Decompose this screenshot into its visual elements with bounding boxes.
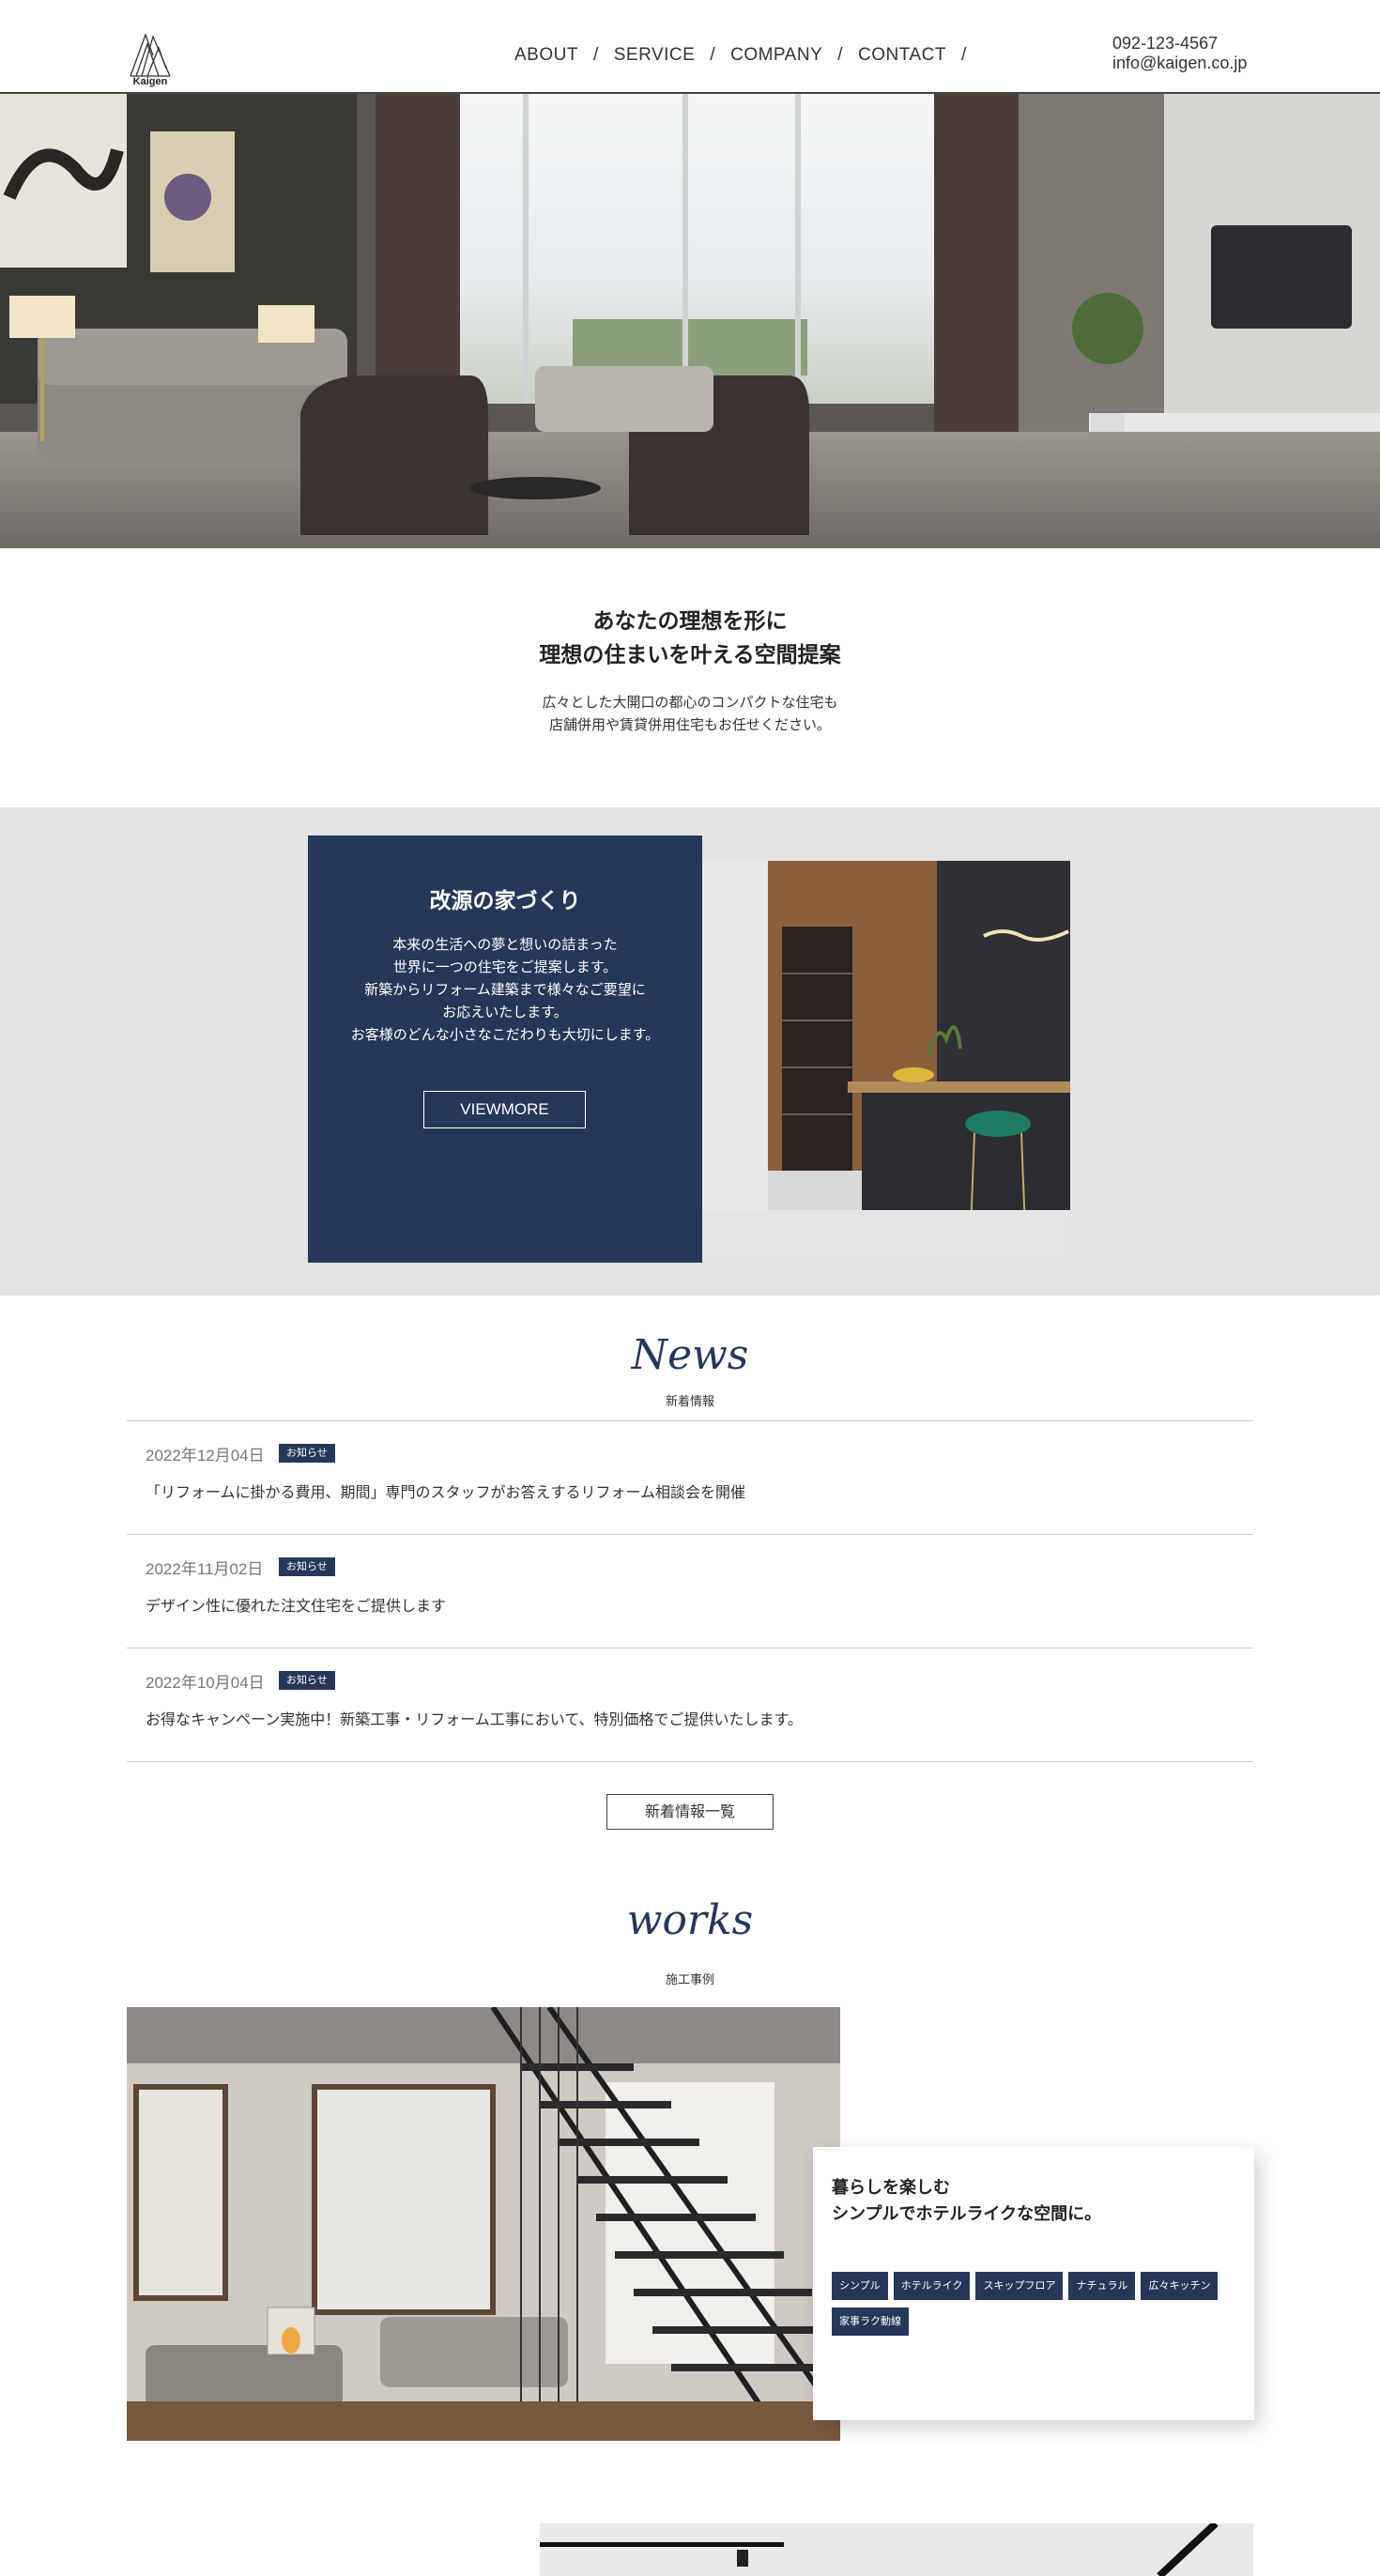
feature-line: お客様のどんな小さなこだわりも大切にします。 xyxy=(350,1026,660,1043)
nav-about[interactable]: ABOUT xyxy=(514,45,578,66)
works-tag[interactable]: ホテルライク xyxy=(893,2272,971,2300)
works-heading: works xyxy=(626,1896,754,1944)
feature-card: 改源の家づくり 本来の生活への夢と想いの詰まった 世界に一つの住宅をご提案します… xyxy=(308,836,702,1263)
intro-heading: あなたの理想を形に 理想の住まいを叶える空間提案 xyxy=(0,605,1380,672)
news-item[interactable]: 2022年10月04日 お知らせ お得なキャンペーン実施中！新築工事・リフォーム… xyxy=(127,1648,1253,1762)
news-title[interactable]: 「リフォームに掛かる費用、期間」専門のスタッフがお答えするリフォーム相談会を開催 xyxy=(146,1480,745,1502)
news-title[interactable]: お得なキャンペーン実施中！新築工事・リフォーム工事において、特別価格でご提供いた… xyxy=(146,1707,803,1729)
works-tag[interactable]: シンプル xyxy=(832,2272,888,2300)
news-item[interactable]: 2022年11月02日 お知らせ デザイン性に優れた注文住宅をご提供します xyxy=(127,1535,1253,1648)
works-subheading: 施工事例 xyxy=(665,1973,714,1987)
main-nav: ABOUT / SERVICE / COMPANY / CONTACT / xyxy=(514,45,982,66)
nav-separator: / xyxy=(710,45,716,65)
intro-heading-line1: あなたの理想を形に xyxy=(592,609,788,634)
feature-line: 世界に一つの住宅をご提案します。 xyxy=(392,958,618,975)
feature-line: お応えいたします。 xyxy=(442,1004,568,1020)
email-link[interactable]: info@kaigen.co.jp xyxy=(1112,54,1247,73)
works-title-line2: シンプルでホテルライクな空間に。 xyxy=(832,2204,1102,2224)
news-heading: News xyxy=(631,1331,749,1379)
feature-line: 新築からリフォーム建築まで様々なご要望に xyxy=(364,981,646,998)
feature-text: 本来の生活への夢と想いの詰まった 世界に一つの住宅をご提案します。 新築からリフ… xyxy=(308,933,702,1046)
intro-text: 広々とした大開口の都心のコンパクトな住宅も 店舗併用や賃貸併用住宅もお任せくださ… xyxy=(0,691,1380,736)
news-date: 2022年10月04日 xyxy=(146,1674,265,1692)
nav-separator: / xyxy=(837,45,844,65)
works-tag[interactable]: スキップフロア xyxy=(975,2272,1064,2300)
news-item[interactable]: 2022年12月04日 お知らせ 「リフォームに掛かる費用、期間」専門のスタッフ… xyxy=(127,1421,1253,1535)
works-card[interactable]: 暮らしを楽しむ シンプルでホテルライクな空間に。 シンプル ホテルライク スキッ… xyxy=(813,2147,1254,2420)
kitchen-image xyxy=(702,861,1070,1263)
feature-title: 改源の家づくり xyxy=(429,889,581,913)
intro-text-line1: 広々とした大開口の都心のコンパクトな住宅も xyxy=(542,694,838,711)
nav-separator: / xyxy=(960,45,967,65)
news-title[interactable]: デザイン性に優れた注文住宅をご提供します xyxy=(146,1593,446,1616)
nav-service[interactable]: SERVICE xyxy=(614,45,696,66)
works-staircase-image xyxy=(127,2007,840,2441)
logo-mark-icon xyxy=(130,33,171,77)
works-tag[interactable]: 広々キッチン xyxy=(1141,2272,1219,2300)
news-subheading: 新着情報 xyxy=(665,1395,714,1409)
news-date: 2022年12月04日 xyxy=(146,1447,265,1464)
works-tag[interactable]: 家事ラク動線 xyxy=(832,2308,909,2336)
news-badge: お知らせ xyxy=(279,1444,335,1463)
hero-living-room-image xyxy=(0,94,1380,548)
news-list: 2022年12月04日 お知らせ 「リフォームに掛かる費用、期間」専門のスタッフ… xyxy=(127,1420,1253,1762)
nav-company[interactable]: COMPANY xyxy=(730,45,822,66)
kaigen-logo[interactable]: Kaigen xyxy=(127,31,174,87)
news-list-button[interactable]: 新着情報一覧 xyxy=(606,1794,774,1830)
phone-link[interactable]: 092-123-4567 xyxy=(1112,34,1247,54)
header-contact: 092-123-4567 info@kaigen.co.jp xyxy=(1112,34,1247,73)
news-badge: お知らせ xyxy=(279,1557,335,1576)
nav-contact[interactable]: CONTACT xyxy=(858,45,946,66)
works-tag[interactable]: ナチュラル xyxy=(1068,2272,1136,2300)
intro-text-line2: 店舗併用や賃貸併用住宅もお任せください。 xyxy=(548,716,831,733)
works-title-line1: 暮らしを楽しむ xyxy=(832,2178,950,2198)
works-second-image xyxy=(540,2523,1253,2576)
news-badge: お知らせ xyxy=(279,1671,335,1690)
logo-text: Kaigen xyxy=(132,76,168,87)
intro-heading-line2: 理想の住まいを叶える空間提案 xyxy=(539,643,841,667)
site-header: Kaigen ABOUT / SERVICE / COMPANY / CONTA… xyxy=(0,0,1380,94)
viewmore-button[interactable]: VIEWMORE xyxy=(423,1091,586,1128)
feature-line: 本来の生活への夢と想いの詰まった xyxy=(392,936,618,953)
news-date: 2022年11月02日 xyxy=(146,1560,264,1578)
nav-separator: / xyxy=(592,45,599,65)
works-title: 暮らしを楽しむ シンプルでホテルライクな空間に。 xyxy=(832,2175,1101,2228)
works-tags: シンプル ホテルライク スキップフロア ナチュラル 広々キッチン 家事ラク動線 xyxy=(832,2272,1245,2336)
